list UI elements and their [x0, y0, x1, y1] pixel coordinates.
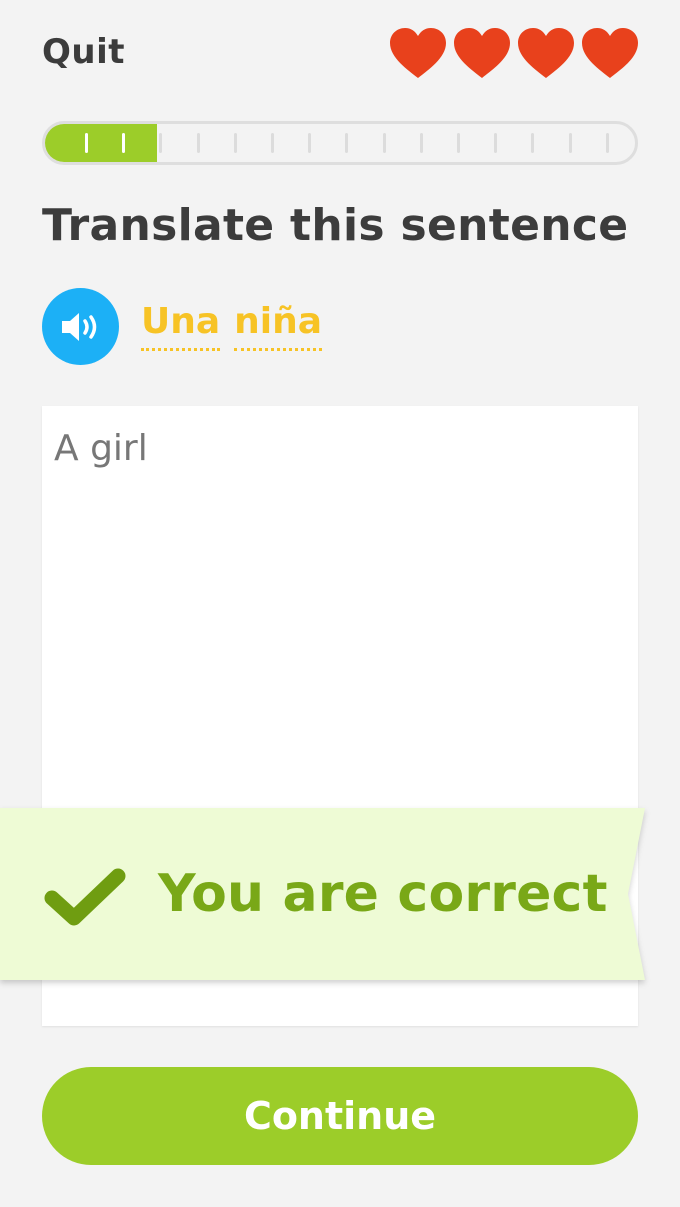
progress-fill	[45, 124, 158, 162]
quit-button[interactable]: Quit	[42, 32, 125, 72]
progress-tick	[345, 133, 349, 153]
progress-tick	[494, 133, 498, 153]
progress-tick	[271, 133, 274, 153]
heart-icon	[388, 26, 448, 80]
feedback-message: You are correct	[158, 864, 608, 924]
progress-tick	[419, 133, 423, 153]
speaker-icon	[61, 312, 96, 341]
progress-tick	[196, 133, 200, 153]
progress-tick	[382, 133, 386, 153]
continue-button[interactable]: Continue	[42, 1067, 638, 1165]
progress-tick	[308, 133, 312, 153]
progress-tick	[159, 133, 163, 153]
lives-hearts	[388, 26, 640, 80]
play-audio-button[interactable]	[42, 288, 119, 365]
exercise-instruction: Translate this sentence	[42, 200, 629, 251]
progress-tick	[233, 133, 237, 153]
progress-tick	[457, 133, 460, 153]
progress-tick	[531, 133, 535, 153]
heart-icon	[516, 26, 576, 80]
progress-tick	[605, 133, 609, 153]
checkmark-icon	[44, 866, 126, 928]
progress-tick	[122, 133, 126, 153]
feedback-banner: You are correct	[0, 808, 660, 988]
heart-icon	[580, 26, 640, 80]
prompt-word[interactable]: Una	[141, 300, 221, 351]
heart-icon	[452, 26, 512, 80]
prompt-word[interactable]: niña	[234, 300, 323, 351]
answer-text: A girl	[54, 428, 148, 469]
prompt-sentence: Una niña	[141, 300, 323, 351]
lesson-progress-bar	[42, 121, 638, 165]
progress-tick	[568, 133, 572, 153]
progress-tick	[85, 133, 88, 153]
